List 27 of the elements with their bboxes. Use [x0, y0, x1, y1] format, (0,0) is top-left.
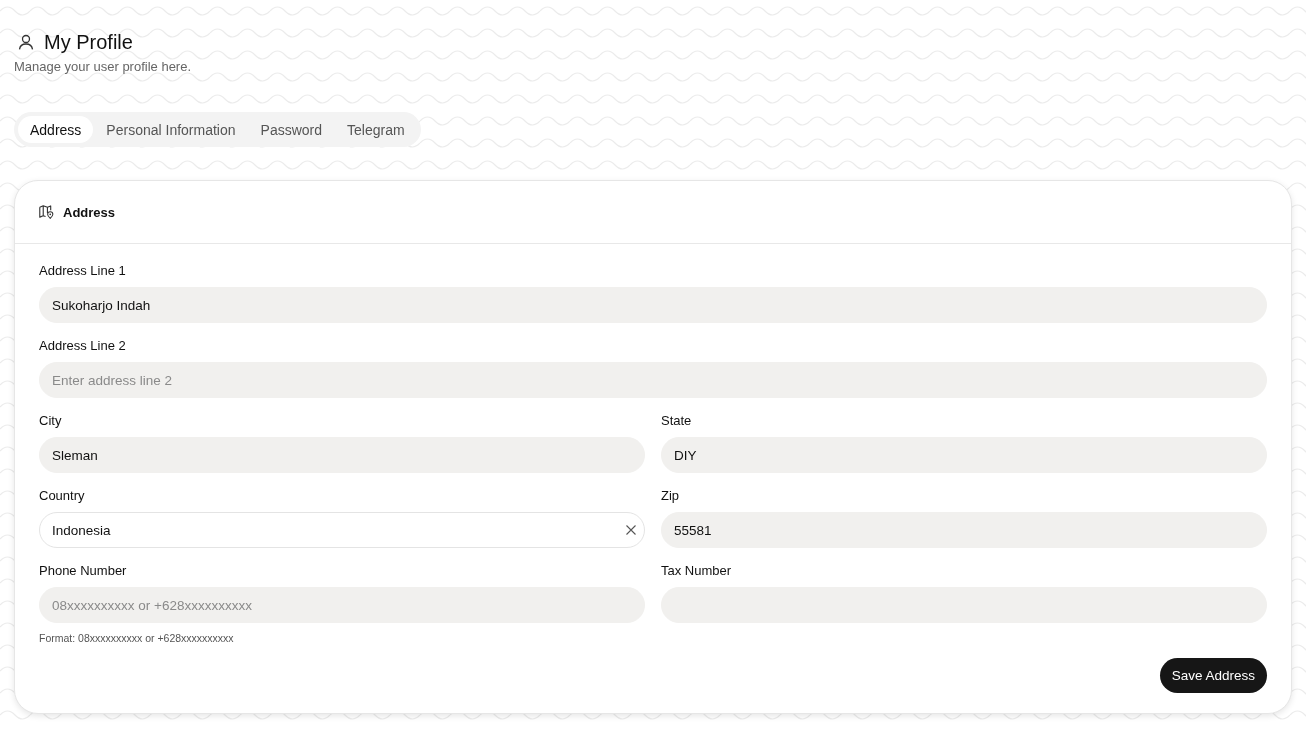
page-subtitle: Manage your user profile here.	[14, 58, 193, 76]
field-label: Phone Number	[39, 562, 127, 580]
tab[interactable]: Password	[248, 116, 334, 143]
field-label: Tax Number	[661, 562, 732, 580]
select-field[interactable]: Indonesia	[39, 512, 645, 548]
input-field[interactable]: Enter address line 2	[39, 362, 1267, 398]
input-field[interactable]: DIY	[661, 437, 1267, 473]
field-label: Zip	[661, 487, 680, 505]
field-label: Country	[39, 487, 85, 505]
field-label: State	[661, 412, 692, 430]
user-icon	[18, 34, 34, 50]
field-label: Address Line 1	[39, 262, 126, 280]
map-pin-icon	[39, 205, 54, 219]
page-title: My Profile	[44, 30, 133, 55]
field-label: City	[39, 412, 62, 430]
tab[interactable]: Telegram	[335, 116, 417, 143]
tab[interactable]: Personal Information	[94, 116, 248, 143]
field-label: Address Line 2	[39, 337, 126, 355]
input-field[interactable]: 08xxxxxxxxxx or +628xxxxxxxxxx	[39, 587, 645, 623]
input-field[interactable]: 55581	[661, 512, 1267, 548]
field-hint: Format: 08xxxxxxxxxx or +628xxxxxxxxxx	[39, 632, 234, 644]
input-field[interactable]: Sukoharjo Indah	[39, 287, 1267, 323]
tab[interactable]: Address	[18, 116, 94, 143]
card-title: Address	[63, 204, 116, 220]
clear-icon[interactable]	[626, 525, 636, 535]
save-button[interactable]: Save Address	[1159, 658, 1267, 693]
input-field[interactable]: Sleman	[39, 437, 645, 473]
